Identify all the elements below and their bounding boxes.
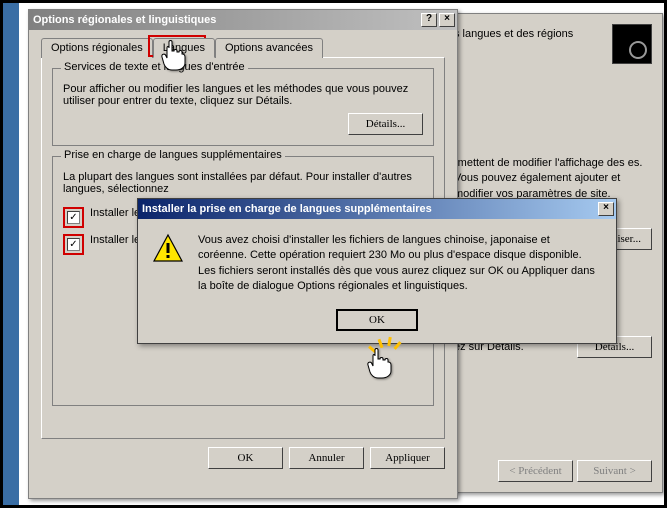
group1-legend: Services de texte et langues d'entrée xyxy=(61,61,248,73)
msgbox-close-button[interactable]: × xyxy=(598,202,614,216)
group2-legend: Prise en charge de langues supplémentair… xyxy=(61,149,285,161)
close-button[interactable]: × xyxy=(439,13,455,27)
bg-paragraph-1: rmettent de modifier l'affichage des es.… xyxy=(454,156,652,202)
window-title: Options régionales et linguistiques xyxy=(33,14,419,26)
details-button[interactable]: Détails... xyxy=(348,113,423,135)
tab-regional-options[interactable]: Options régionales xyxy=(41,38,153,58)
msgbox-ok-button[interactable]: OK xyxy=(336,309,418,331)
globe-package-icon xyxy=(612,24,652,64)
group-text-services: Services de texte et langues d'entrée Po… xyxy=(52,68,434,146)
titlebar: Options régionales et linguistiques ? × xyxy=(29,10,457,30)
back-button: < Précédent xyxy=(498,460,573,482)
apply-button[interactable]: Appliquer xyxy=(370,447,445,469)
checkbox-east-asian[interactable]: ✓ xyxy=(67,238,80,251)
checkbox-highlight-1: ✓ xyxy=(63,207,84,228)
checkbox-complex-scripts[interactable]: ✓ xyxy=(67,211,80,224)
warning-icon xyxy=(152,233,184,265)
group2-intro: La plupart des langues sont installées p… xyxy=(63,171,423,195)
cancel-button[interactable]: Annuler xyxy=(289,447,364,469)
msgbox-text: Vous avez choisi d'installer les fichier… xyxy=(198,233,600,295)
help-button[interactable]: ? xyxy=(421,13,437,27)
tabstrip: Options régionales Langues Options avanc… xyxy=(41,38,445,58)
ok-button[interactable]: OK xyxy=(208,447,283,469)
msgbox-titlebar: Installer la prise en charge de langues … xyxy=(138,199,616,219)
install-languages-messagebox: Installer la prise en charge de langues … xyxy=(137,198,617,344)
tab-languages[interactable]: Langues xyxy=(153,38,215,58)
group1-text: Pour afficher ou modifier les langues et… xyxy=(63,83,423,107)
msgbox-title: Installer la prise en charge de langues … xyxy=(142,203,596,215)
tab-advanced[interactable]: Options avancées xyxy=(215,38,323,58)
next-button: Suivant > xyxy=(577,460,652,482)
checkbox-highlight-2: ✓ xyxy=(63,234,84,255)
